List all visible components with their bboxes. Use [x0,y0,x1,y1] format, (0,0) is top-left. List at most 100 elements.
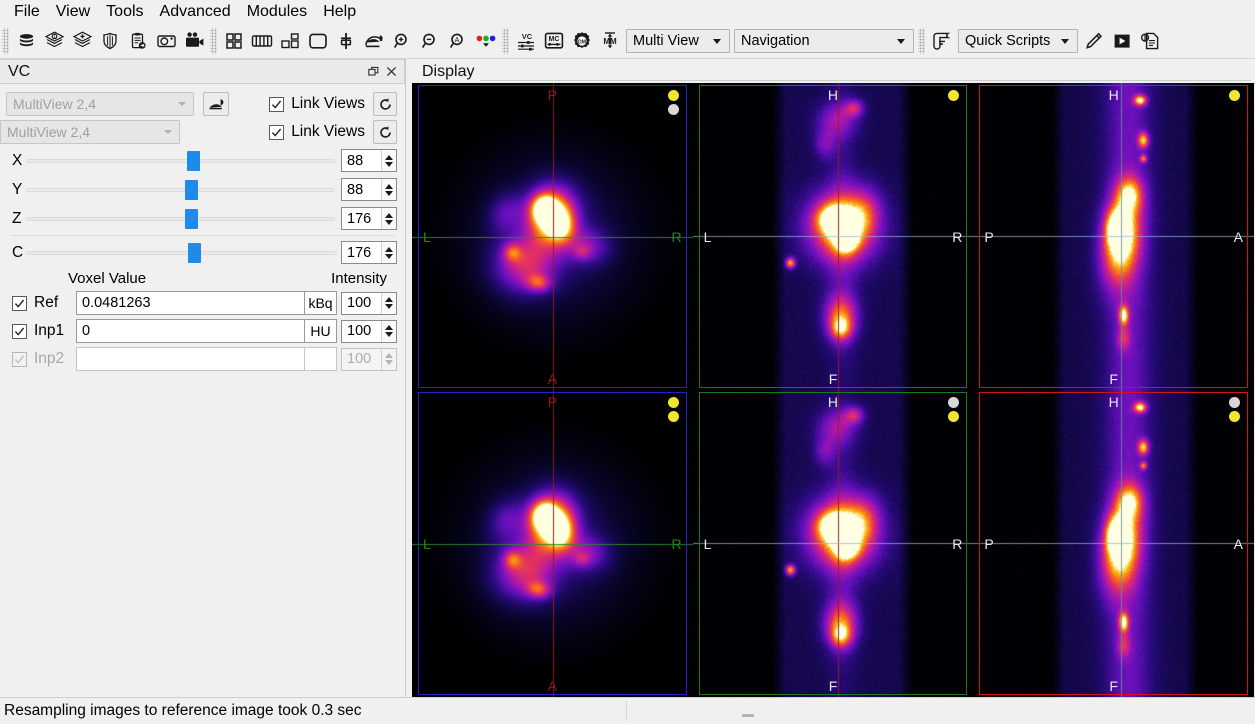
interaction-mode-select[interactable]: Navigation [734,28,914,53]
quick-scripts-select[interactable]: Quick Scripts [958,28,1078,53]
inp1-checkbox[interactable] [12,323,27,339]
series-select-1[interactable]: MultiView 2,4 [6,92,194,116]
axial-top-canvas[interactable] [412,83,693,390]
menu-modules[interactable]: Modules [239,1,315,22]
play-icon[interactable] [1109,28,1135,54]
layer-dot-yellow[interactable] [1228,90,1240,101]
blend-layers-icon[interactable] [203,92,229,116]
ref-intensity-spinbox[interactable]: 100 [341,291,397,315]
spin-down-icon[interactable] [385,190,393,196]
layer-dot-yellow-2[interactable] [667,411,679,422]
script-scroll-icon[interactable] [929,28,955,54]
spin-down-icon[interactable] [385,304,393,309]
ref-value-input[interactable]: 0.0481263 [76,291,305,315]
link-views-checkbox-1[interactable] [269,96,285,112]
layer-dot-yellow[interactable] [1228,411,1240,422]
spinbox-z[interactable]: 176 [341,207,397,230]
vc-row-series-1: MultiView 2,4 Link Views [6,90,397,118]
viewport-coronal-bottom[interactable]: H F L R [692,390,974,697]
spin-up-icon[interactable] [385,183,393,189]
mc-icon[interactable]: MC [541,28,567,54]
menu-help[interactable]: Help [315,1,364,22]
coronal-top-canvas[interactable] [692,83,974,390]
mm-icon[interactable]: MM [597,28,623,54]
fusion-icon[interactable] [333,28,359,54]
toolbar-drag-handle-4[interactable] [918,27,925,54]
shield-icon[interactable] [97,28,123,54]
ref-checkbox[interactable] [12,295,27,311]
menu-file[interactable]: File [6,1,48,22]
viewport-sagittal-bottom[interactable]: H F P A [973,390,1254,697]
multi-slice-icon[interactable] [249,28,275,54]
sagittal-top-canvas[interactable] [973,83,1254,390]
zoom-in-icon[interactable] [389,28,415,54]
video-camera-icon[interactable] [181,28,207,54]
axial-bottom-canvas[interactable] [412,390,693,697]
spinbox-c[interactable]: 176 [341,241,397,264]
spin-down-icon[interactable] [385,253,393,259]
inp1-value-input[interactable]: 0 [76,319,305,343]
toolbar-drag-handle-3[interactable] [502,27,509,54]
close-icon[interactable] [382,63,400,81]
pencil-icon[interactable] [1081,28,1107,54]
viewport-sagittal-top[interactable]: H F P A [973,83,1254,390]
spin-down-icon[interactable] [385,219,393,225]
single-view-icon[interactable] [305,28,331,54]
pan-hand-icon[interactable] [361,28,387,54]
dm-icon[interactable]: DM [569,28,595,54]
spin-up-icon[interactable] [385,297,393,302]
spinbox-y[interactable]: 88 [341,178,397,201]
clipboard-export-icon[interactable] [125,28,151,54]
layers-plus-icon[interactable] [69,28,95,54]
viewport-axial-top[interactable]: P A L R [412,83,693,390]
layer-dot-yellow[interactable] [667,90,679,101]
slider-z[interactable] [26,208,335,230]
toolbar-drag-handle-2[interactable] [210,27,217,54]
sagittal-bottom-canvas[interactable] [973,390,1254,697]
menu-view[interactable]: View [48,1,98,22]
slider-handle-z[interactable] [184,208,198,229]
slider-handle-y[interactable] [184,179,198,200]
layer-dot-white[interactable] [667,104,679,115]
float-window-icon[interactable] [364,63,382,81]
series-select-2[interactable]: MultiView 2,4 [0,120,180,144]
coronal-bottom-canvas[interactable] [692,390,974,697]
view-mode-select[interactable]: Multi View [626,28,730,53]
camera-icon[interactable] [153,28,179,54]
spin-up-icon[interactable] [385,246,393,252]
spin-up-icon[interactable] [385,154,393,160]
slider-c[interactable] [26,242,337,264]
zoom-region-icon[interactable]: A [445,28,471,54]
script-document-icon[interactable] [1137,28,1163,54]
spin-down-icon[interactable] [385,332,393,337]
grid-four-icon[interactable] [221,28,247,54]
inp1-intensity-spinbox[interactable]: 100 [341,319,397,343]
slider-y[interactable] [26,179,335,201]
rgb-channels-icon[interactable] [473,28,499,54]
menu-advanced[interactable]: Advanced [152,1,239,22]
slider-label-c: C [12,243,24,261]
layers-one-icon[interactable]: 1 [41,28,67,54]
toolbar-drag-handle-1[interactable] [2,27,9,54]
zoom-out-icon[interactable] [417,28,443,54]
slider-handle-c[interactable] [187,242,201,263]
value-row-inp2: Inp2 100 [6,345,397,373]
slider-x[interactable] [26,150,335,172]
spinbox-x[interactable]: 88 [341,149,397,172]
reset-circular-arrow-icon[interactable] [373,92,397,116]
layer-dot-white[interactable] [1228,397,1240,408]
database-icon[interactable] [13,28,39,54]
viewport-axial-bottom[interactable]: P A L R [412,390,693,697]
slider-handle-x[interactable] [186,150,200,171]
vc-icon[interactable]: VC [513,28,539,54]
spin-up-icon[interactable] [385,212,393,218]
menu-tools[interactable]: Tools [98,1,151,22]
link-views-checkbox-2[interactable] [269,124,285,140]
viewport-coronal-top[interactable]: H F L R [692,83,974,390]
reset-circular-arrow-icon[interactable] [373,120,397,144]
layout-mixed-icon[interactable] [277,28,303,54]
size-grip[interactable] [742,714,754,717]
layer-dot-yellow[interactable] [667,397,679,408]
spin-down-icon[interactable] [385,161,393,167]
spin-up-icon[interactable] [385,325,393,330]
